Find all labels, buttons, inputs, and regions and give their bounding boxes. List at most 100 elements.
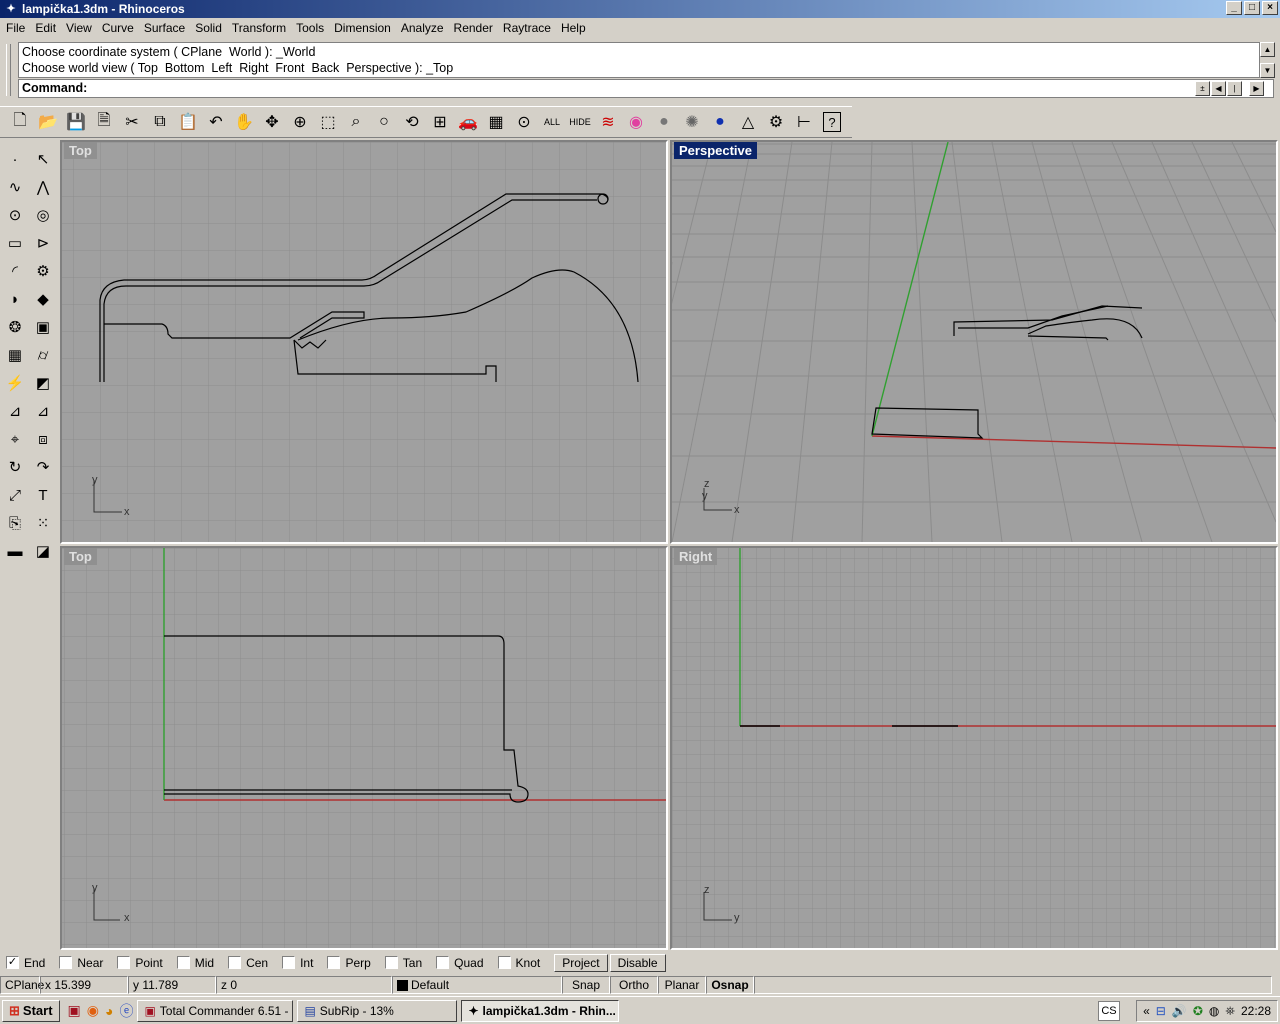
zoom-window-icon[interactable]: ⬚: [314, 108, 342, 136]
osnap-knot[interactable]: Knot: [497, 956, 540, 970]
checkbox-icon[interactable]: [117, 956, 131, 969]
clock[interactable]: 22:28: [1241, 1004, 1271, 1018]
menu-raytrace[interactable]: Raytrace: [499, 21, 557, 35]
boolean-tool-icon[interactable]: ❂: [2, 314, 28, 340]
command-input[interactable]: Command: ± ◀ | ▶: [18, 79, 1274, 98]
checkbox-icon[interactable]: [228, 956, 242, 969]
tray-expand-icon[interactable]: «: [1143, 1004, 1150, 1018]
zoom-extents-icon[interactable]: ⌕: [342, 108, 370, 136]
polyline-tool-icon[interactable]: ⋀: [30, 174, 56, 200]
planar-toggle[interactable]: Planar: [658, 976, 706, 994]
checkbox-icon[interactable]: [176, 956, 190, 969]
menu-analyze[interactable]: Analyze: [397, 21, 450, 35]
surface2-tool-icon[interactable]: ◆: [30, 286, 56, 312]
checkbox-icon[interactable]: [436, 956, 450, 969]
menu-transform[interactable]: Transform: [228, 21, 292, 35]
quicklaunch-icon[interactable]: ▣: [68, 1002, 81, 1019]
viewport-label[interactable]: Top: [64, 548, 97, 565]
split-tool-icon[interactable]: ⊿: [2, 398, 28, 424]
undo-view-icon[interactable]: ⟲: [398, 108, 426, 136]
menu-solid[interactable]: Solid: [191, 21, 228, 35]
cplane-indicator[interactable]: CPlane: [0, 976, 44, 994]
select-all-button[interactable]: ALL: [538, 108, 566, 136]
checkbox-icon[interactable]: [282, 956, 296, 969]
save-icon[interactable]: 💾: [62, 108, 90, 136]
curve-from-object-icon[interactable]: ⎘: [2, 510, 28, 536]
task-rhinoceros[interactable]: ✦ lampička1.3dm - Rhin...: [461, 999, 620, 1022]
layers-icon[interactable]: ≋: [594, 108, 622, 136]
menu-view[interactable]: View: [62, 21, 98, 35]
edit-tool-icon[interactable]: ⚡: [2, 370, 28, 396]
edit2-tool-icon[interactable]: ◩: [30, 370, 56, 396]
rotate2-tool-icon[interactable]: ↷: [30, 454, 56, 480]
viewport-right[interactable]: Right z y: [670, 546, 1278, 950]
render-icon[interactable]: ✺: [678, 108, 706, 136]
open-icon[interactable]: 📂: [34, 108, 62, 136]
osnap-end[interactable]: ✓ End: [6, 956, 45, 970]
arc-tool-icon[interactable]: ◜: [2, 258, 28, 284]
dimension-tool-icon[interactable]: ⤢: [2, 482, 28, 508]
command-grip[interactable]: [6, 44, 11, 96]
menu-edit[interactable]: Edit: [31, 21, 62, 35]
hide-button[interactable]: HIDE: [566, 108, 594, 136]
osnap-cen[interactable]: Cen: [228, 956, 268, 970]
viewport-label[interactable]: Perspective: [674, 142, 757, 159]
osnap-mid[interactable]: Mid: [176, 956, 214, 970]
curve-tool-icon[interactable]: ∿: [2, 174, 28, 200]
menu-tools[interactable]: Tools: [292, 21, 330, 35]
checkbox-icon[interactable]: [327, 956, 341, 969]
move-tool-icon[interactable]: ⌖: [2, 426, 28, 452]
ortho-toggle[interactable]: Ortho: [610, 976, 658, 994]
current-layer[interactable]: Default: [392, 976, 562, 994]
history-left-icon[interactable]: ◀: [1211, 81, 1226, 96]
task-subrip[interactable]: ▤ SubRip - 13%: [297, 999, 458, 1022]
rotate-tool-icon[interactable]: ↻: [2, 454, 28, 480]
osnap-quad[interactable]: Quad: [436, 956, 484, 970]
osnap-tan[interactable]: Tan: [384, 956, 422, 970]
osnap-point[interactable]: Point: [117, 956, 163, 970]
paste-icon[interactable]: 📋: [174, 108, 202, 136]
close-button[interactable]: ×: [1262, 1, 1278, 15]
minimize-button[interactable]: _: [1226, 1, 1242, 15]
box-tool-icon[interactable]: ▣: [30, 314, 56, 340]
checkbox-checked-icon[interactable]: ✓: [6, 956, 19, 969]
viewport-top-2[interactable]: Top y x: [60, 546, 668, 950]
shade-icon[interactable]: ●: [650, 108, 678, 136]
osnap-near[interactable]: Near: [59, 956, 103, 970]
car-icon[interactable]: 🚗: [454, 108, 482, 136]
render-tool-icon[interactable]: ▬: [2, 538, 28, 564]
zoom-dynamic-icon[interactable]: ⊕: [286, 108, 314, 136]
menu-dimension[interactable]: Dimension: [330, 21, 397, 35]
viewport-perspective[interactable]: Perspective z y x: [670, 140, 1278, 544]
menu-help[interactable]: Help: [557, 21, 592, 35]
array-tool-icon[interactable]: ⁙: [30, 510, 56, 536]
cylinder-tool-icon[interactable]: ⌭: [30, 342, 56, 368]
undo-icon[interactable]: ↶: [202, 108, 230, 136]
circle2-tool-icon[interactable]: ◎: [30, 202, 56, 228]
task-total-commander[interactable]: ▣ Total Commander 6.51 - ...: [137, 999, 294, 1022]
ie-icon[interactable]: ⓔ: [119, 1001, 133, 1021]
tray-app-icon[interactable]: ✪: [1193, 1004, 1203, 1018]
new-icon[interactable]: 🗋: [6, 108, 34, 136]
light-icon[interactable]: △: [734, 108, 762, 136]
osnap-int[interactable]: Int: [282, 956, 313, 970]
language-indicator[interactable]: CS: [1098, 1001, 1120, 1021]
tray-app3-icon[interactable]: ⛯: [1225, 1004, 1235, 1019]
start-button[interactable]: ⊞ Start: [2, 999, 60, 1022]
print-icon[interactable]: 🗎: [90, 108, 118, 136]
copy-icon[interactable]: ⧉: [146, 108, 174, 136]
cut-icon[interactable]: ✂: [118, 108, 146, 136]
checkbox-icon[interactable]: [59, 956, 73, 969]
firefox-icon[interactable]: ◉: [87, 1002, 99, 1019]
menu-render[interactable]: Render: [450, 21, 499, 35]
text-tool-icon[interactable]: T: [30, 482, 56, 508]
four-viewports-icon[interactable]: ⊞: [426, 108, 454, 136]
viewport-top[interactable]: Top y x: [60, 140, 668, 544]
options-icon[interactable]: ⚙: [762, 108, 790, 136]
project-button[interactable]: Project: [554, 953, 608, 972]
gear-tool-icon[interactable]: ⚙: [30, 258, 56, 284]
network-icon[interactable]: ⊟: [1156, 1004, 1166, 1018]
viewport-label[interactable]: Right: [674, 548, 718, 565]
zoom-selected-icon[interactable]: ○: [370, 108, 398, 136]
osnap-perp[interactable]: Perp: [327, 956, 371, 970]
